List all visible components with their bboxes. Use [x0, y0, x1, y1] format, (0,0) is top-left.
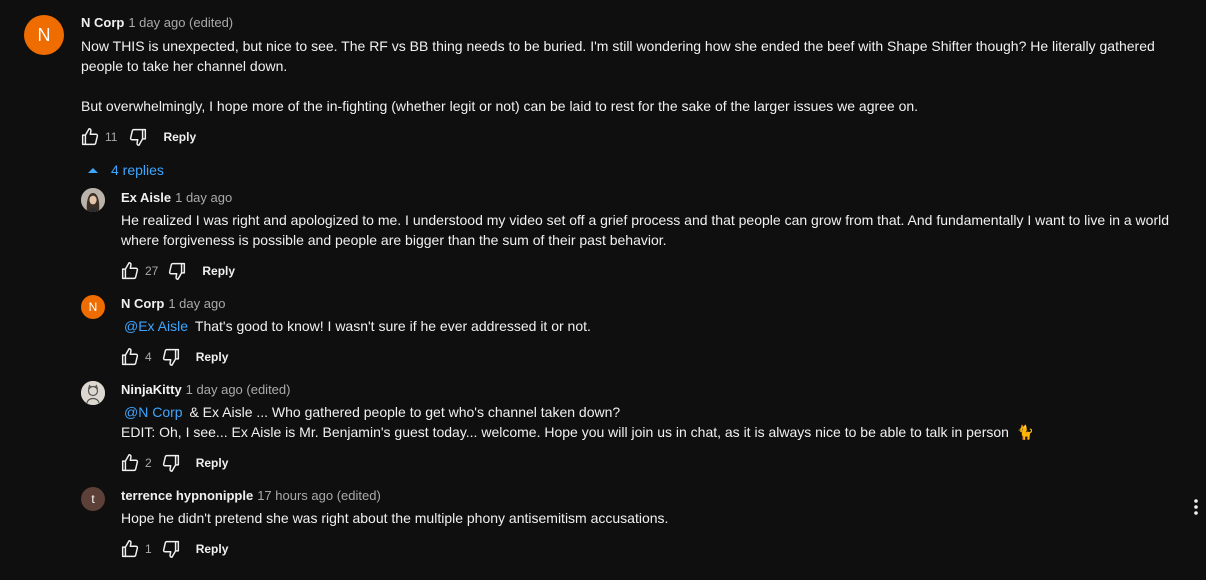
like-button[interactable]	[119, 260, 141, 282]
profile-photo-icon	[81, 188, 105, 212]
thumb-down-icon	[130, 128, 147, 146]
reply-text: @N Corp & Ex Aisle ... Who gathered peop…	[121, 402, 1196, 442]
reply-button[interactable]: Reply	[196, 542, 229, 556]
replies-toggle[interactable]: 4 replies	[86, 160, 164, 180]
profile-drawing-icon	[81, 381, 105, 405]
mention-link[interactable]: @N Corp	[124, 404, 183, 420]
reply-line: He realized I was right and apologized t…	[121, 212, 1169, 228]
reply-header: Ex Aisle 1 day ago	[121, 190, 232, 206]
reply-actions: 27 Reply	[119, 259, 235, 283]
dislike-button[interactable]	[160, 346, 182, 368]
dislike-button[interactable]	[166, 260, 188, 282]
like-button[interactable]	[119, 346, 141, 368]
reply-actions: 2 Reply	[119, 451, 228, 475]
reply-button[interactable]: Reply	[163, 130, 196, 144]
reply-text: Hope he didn't pretend she was right abo…	[121, 508, 1181, 528]
replies-count-label: 4 replies	[111, 162, 164, 178]
avatar[interactable]: N	[81, 295, 105, 319]
thumb-up-icon	[81, 128, 99, 146]
comment-line: people to take her channel down.	[81, 58, 288, 74]
thumb-up-icon	[121, 348, 139, 366]
comment-timestamp[interactable]: 1 day ago (edited)	[128, 15, 233, 30]
reply-button[interactable]: Reply	[202, 264, 235, 278]
like-count: 11	[105, 130, 118, 144]
comment-line: Now THIS is unexpected, but nice to see.…	[81, 38, 1155, 54]
reply-timestamp[interactable]: 17 hours ago (edited)	[257, 488, 381, 503]
like-count: 1	[145, 542, 152, 556]
reply-author[interactable]: N Corp	[121, 296, 164, 311]
reply-actions: 4 Reply	[119, 345, 228, 369]
reply-author[interactable]: terrence hypnonipple	[121, 488, 253, 503]
thumb-up-icon	[121, 540, 139, 558]
avatar-letter: t	[91, 492, 95, 506]
reply-line: That's good to know! I wasn't sure if he…	[194, 318, 591, 334]
dislike-button[interactable]	[160, 538, 182, 560]
reply-timestamp[interactable]: 1 day ago	[168, 296, 225, 311]
thumb-up-icon	[121, 262, 139, 280]
reply-line: Hope he didn't pretend she was right abo…	[121, 510, 669, 526]
more-vert-icon	[1194, 499, 1198, 515]
reply-line: & Ex Aisle ... Who gathered people to ge…	[189, 404, 621, 420]
like-button[interactable]	[119, 538, 141, 560]
reply-author[interactable]: NinjaKitty	[121, 382, 182, 397]
reply-author[interactable]: Ex Aisle	[121, 190, 171, 205]
like-count: 27	[145, 264, 159, 278]
comment-author[interactable]: N Corp	[81, 15, 124, 30]
comment-header: N Corp 1 day ago (edited)	[81, 15, 233, 31]
reply-button[interactable]: Reply	[196, 456, 229, 470]
avatar-letter: N	[88, 300, 98, 314]
action-menu-button[interactable]	[1186, 497, 1206, 517]
reply-timestamp[interactable]: 1 day ago (edited)	[186, 382, 291, 397]
reply-actions: 1 Reply	[119, 537, 228, 561]
like-count: 2	[145, 456, 152, 470]
avatar[interactable]: N	[24, 15, 64, 55]
thumb-down-icon	[162, 540, 179, 558]
avatar[interactable]	[81, 381, 105, 405]
like-button[interactable]	[119, 452, 141, 474]
like-count: 4	[145, 350, 152, 364]
comment-text: Now THIS is unexpected, but nice to see.…	[81, 36, 1181, 116]
reply-text: @Ex Aisle That's good to know! I wasn't …	[121, 316, 1196, 336]
comment-actions: 11 Reply	[79, 125, 196, 149]
avatar-letter: N	[37, 24, 51, 45]
thumb-down-icon	[169, 262, 186, 280]
mention-link[interactable]: @Ex Aisle	[124, 318, 188, 334]
reply-line: EDIT: Oh, I see... Ex Aisle is Mr. Benja…	[121, 424, 1009, 440]
reply-line: where forgiveness is possible and people…	[121, 232, 667, 248]
caret-up-icon	[88, 168, 98, 173]
dislike-button[interactable]	[160, 452, 182, 474]
reply-button[interactable]: Reply	[196, 350, 229, 364]
thumb-up-icon	[121, 454, 139, 472]
thumb-down-icon	[162, 454, 179, 472]
thumb-down-icon	[162, 348, 179, 366]
reply-header: N Corp 1 day ago	[121, 296, 225, 312]
comment-line: But overwhelmingly, I hope more of the i…	[81, 98, 919, 114]
reply-timestamp[interactable]: 1 day ago	[175, 190, 232, 205]
like-button[interactable]	[79, 126, 101, 148]
reply-text: He realized I was right and apologized t…	[121, 210, 1196, 250]
reply-header: terrence hypnonipple 17 hours ago (edited…	[121, 488, 381, 504]
avatar[interactable]: t	[81, 487, 105, 511]
reply-header: NinjaKitty 1 day ago (edited)	[121, 382, 290, 398]
dislike-button[interactable]	[127, 126, 149, 148]
cat-emoji: 🐈	[1016, 424, 1035, 440]
avatar[interactable]	[81, 188, 105, 212]
